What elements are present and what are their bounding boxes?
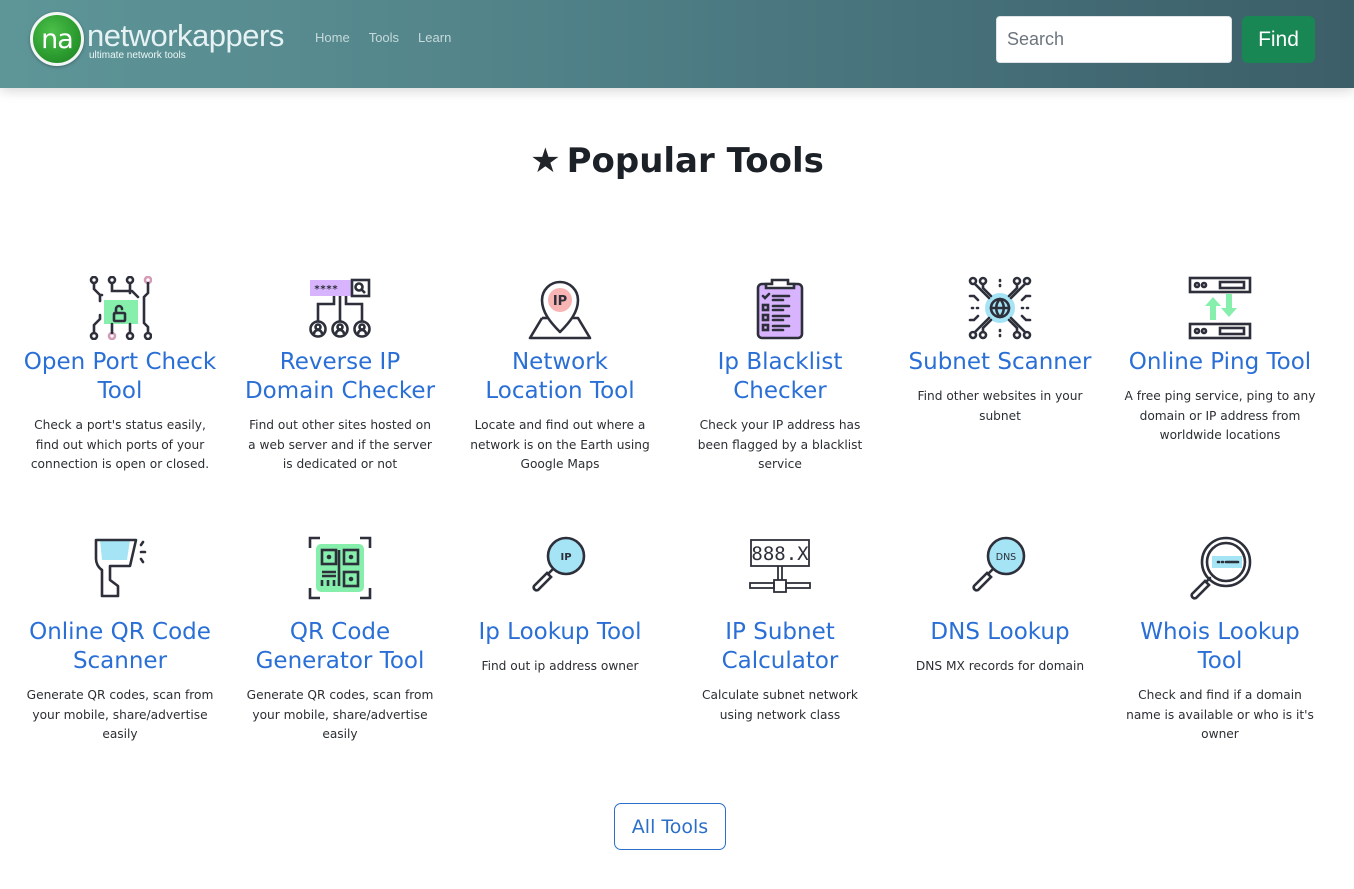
tool-card-qr-generator[interactable]: QR Code Generator Tool Generate QR codes… [230, 536, 450, 776]
tool-title: Reverse IP Domain Checker [244, 349, 436, 404]
tool-description: Check a port's status easily, find out w… [30, 418, 210, 471]
tool-card-open-port[interactable]: Open Port Check Tool Check a port's stat… [10, 276, 230, 536]
tool-title: Online Ping Tool [1128, 349, 1312, 375]
nav-home[interactable]: Home [315, 30, 350, 45]
logo-tagline: ultimate network tools [89, 50, 186, 61]
tool-card-whois-lookup[interactable]: Whois Lookup Tool Check and find if a do… [1110, 536, 1330, 776]
tool-card-online-ping[interactable]: Online Ping Tool A free ping service, pi… [1110, 276, 1330, 536]
tool-title: IP Subnet Calculator [721, 619, 839, 674]
tool-title: Whois Lookup Tool [1140, 619, 1300, 674]
ip-map-pin-icon: IP [528, 280, 592, 340]
tool-card-ip-lookup[interactable]: IP Ip Lookup Tool Find out ip address ow… [450, 536, 670, 776]
svg-text:DNS: DNS [996, 552, 1016, 563]
star-icon: ★ [530, 141, 561, 181]
tool-title: DNS Lookup [930, 619, 1070, 645]
tool-title: Subnet Scanner [908, 349, 1092, 375]
site-logo[interactable]: na networkappers ultimate network tools [30, 12, 284, 66]
tool-description: Generate QR codes, scan from your mobile… [246, 688, 434, 741]
all-tools-button[interactable]: All Tools [614, 803, 726, 850]
servers-ping-icon [1188, 276, 1252, 340]
tool-card-subnet-scanner[interactable]: Subnet Scanner Find other websites in yo… [890, 276, 1110, 536]
tool-card-dns-lookup[interactable]: DNS DNS Lookup DNS MX records for domain [890, 536, 1110, 776]
tool-card-network-location[interactable]: IP Network Location Tool Locate and find… [450, 276, 670, 536]
main-nav: Home Tools Learn [315, 30, 470, 45]
tool-title: Ip Lookup Tool [478, 619, 642, 645]
svg-text:IP: IP [553, 294, 567, 309]
tool-title: Ip Blacklist Checker [717, 349, 843, 404]
tool-title: QR Code Generator Tool [255, 619, 425, 674]
whois-magnifier-icon [1190, 536, 1252, 600]
nav-tools[interactable]: Tools [369, 30, 399, 45]
logo-badge: na [30, 12, 84, 66]
tool-description: Find other websites in your subnet [917, 389, 1083, 423]
network-users-icon: **** [309, 278, 371, 338]
tools-grid: Open Port Check Tool Check a port's stat… [10, 276, 1330, 776]
nav-learn[interactable]: Learn [418, 30, 451, 45]
site-header: na networkappers ultimate network tools … [0, 0, 1354, 88]
tool-card-ip-subnet-calculator[interactable]: 888.X IP Subnet Calculator Calculate sub… [670, 536, 890, 776]
tool-card-qr-scanner[interactable]: Online QR Code Scanner Generate QR codes… [10, 536, 230, 776]
logo-name: networkappers [87, 18, 284, 53]
tool-title: Network Location Tool [485, 349, 635, 404]
tool-title: Online QR Code Scanner [29, 619, 211, 674]
page-title: ★ Popular Tools [530, 141, 824, 181]
tool-card-ip-blacklist[interactable]: Ip Blacklist Checker Check your IP addre… [670, 276, 890, 536]
find-button[interactable]: Find [1242, 16, 1315, 63]
tool-description: Generate QR codes, scan from your mobile… [26, 688, 214, 741]
tool-description: Locate and find out where a network is o… [470, 418, 650, 471]
svg-text:****: **** [314, 284, 338, 295]
tool-description: Check your IP address has been flagged b… [697, 418, 863, 471]
barcode-scanner-icon [94, 538, 147, 598]
tool-description: Check and find if a domain name is avail… [1126, 688, 1314, 741]
search-input[interactable] [996, 16, 1232, 63]
svg-text:IP: IP [560, 552, 571, 563]
subnet-display-icon: 888.X [749, 539, 811, 593]
circuit-lock-icon [89, 276, 152, 340]
clipboard-checklist-icon [756, 278, 804, 340]
tool-card-reverse-ip[interactable]: **** Reverse IP Domain Checker Find out … [230, 276, 450, 536]
tool-description: Calculate subnet network using network c… [702, 688, 858, 722]
tool-description: Find out ip address owner [481, 659, 639, 673]
tool-title: Open Port Check Tool [23, 349, 217, 404]
tool-description: Find out other sites hosted on a web ser… [248, 418, 432, 471]
tool-description: A free ping service, ping to any domain … [1124, 389, 1316, 442]
dns-magnifier-icon: DNS [972, 536, 1026, 592]
ip-magnifier-icon: IP [532, 536, 586, 592]
tool-description: DNS MX records for domain [915, 659, 1085, 673]
svg-text:888.X: 888.X [751, 543, 809, 565]
globe-circuit-icon [968, 276, 1032, 340]
qr-code-icon [308, 536, 372, 600]
